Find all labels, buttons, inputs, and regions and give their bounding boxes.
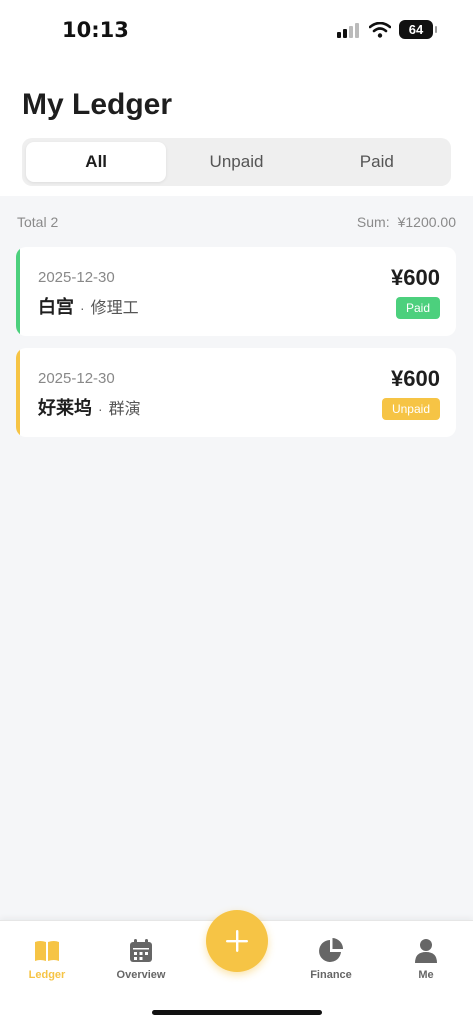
status-icons: 64 [337,20,437,39]
record-name: 白宫 [38,297,74,317]
home-indicator [152,1010,322,1015]
record-role: 修理工 [90,300,139,317]
status-badge: Unpaid [381,398,440,420]
plus-icon [226,930,248,952]
tab-finance[interactable]: Finance [284,937,378,981]
battery-level: 64 [408,22,424,37]
sum-label: Sum: [356,214,390,230]
tab-label: Finance [310,969,352,981]
signal-icon [337,22,359,38]
total-count: Total 2 [17,214,59,230]
battery-icon: 64 [399,20,437,39]
filter-unpaid[interactable]: Unpaid [166,142,306,182]
summary-row: Total 2 Sum: ¥1200.00 [17,214,456,230]
calendar-icon [130,939,152,962]
filter-paid[interactable]: Paid [307,142,447,182]
add-record-button[interactable] [206,910,268,972]
record-accent-bar [16,247,20,336]
ledger-list-area[interactable]: Total 2 Sum: ¥1200.00 2025-12-30 白宫 · 修理… [0,196,473,920]
filter-segmented-control: All Unpaid Paid [22,138,451,186]
tab-label: Me [418,969,434,981]
filter-all[interactable]: All [26,142,167,182]
status-badge: Paid [395,297,440,319]
tab-ledger[interactable]: Ledger [0,937,94,981]
sum-group: Sum: ¥1200.00 [357,214,456,230]
record-card[interactable]: 2025-12-30 白宫 · 修理工 ¥600 Paid [16,247,456,336]
tab-label: Ledger [28,969,66,981]
tab-overview[interactable]: Overview [94,937,188,981]
header: My Ledger All Unpaid Paid [0,62,473,196]
wifi-icon [369,21,391,38]
record-amount: ¥600 [391,265,440,290]
book-icon [35,941,59,961]
page-title: My Ledger [22,88,173,121]
record-accent-bar [16,348,20,437]
separator-dot: · [80,300,85,316]
record-date: 2025-12-30 [38,269,115,286]
status-time: 10:13 [62,18,129,42]
record-role: 群演 [108,401,141,418]
sum-value: ¥1200.00 [397,214,456,230]
record-name-line: 好莱坞 · 群演 [38,394,141,420]
status-bar: 10:13 64 [0,0,473,62]
person-icon [415,939,437,963]
pie-chart-icon [319,938,343,962]
tab-me[interactable]: Me [379,937,473,981]
tab-label: Overview [116,969,166,981]
separator-dot: · [98,401,103,417]
record-name: 好莱坞 [38,398,92,418]
record-date: 2025-12-30 [38,370,115,387]
record-card[interactable]: 2025-12-30 好莱坞 · 群演 ¥600 Unpaid [16,348,456,437]
record-name-line: 白宫 · 修理工 [38,293,139,319]
record-amount: ¥600 [391,366,440,391]
